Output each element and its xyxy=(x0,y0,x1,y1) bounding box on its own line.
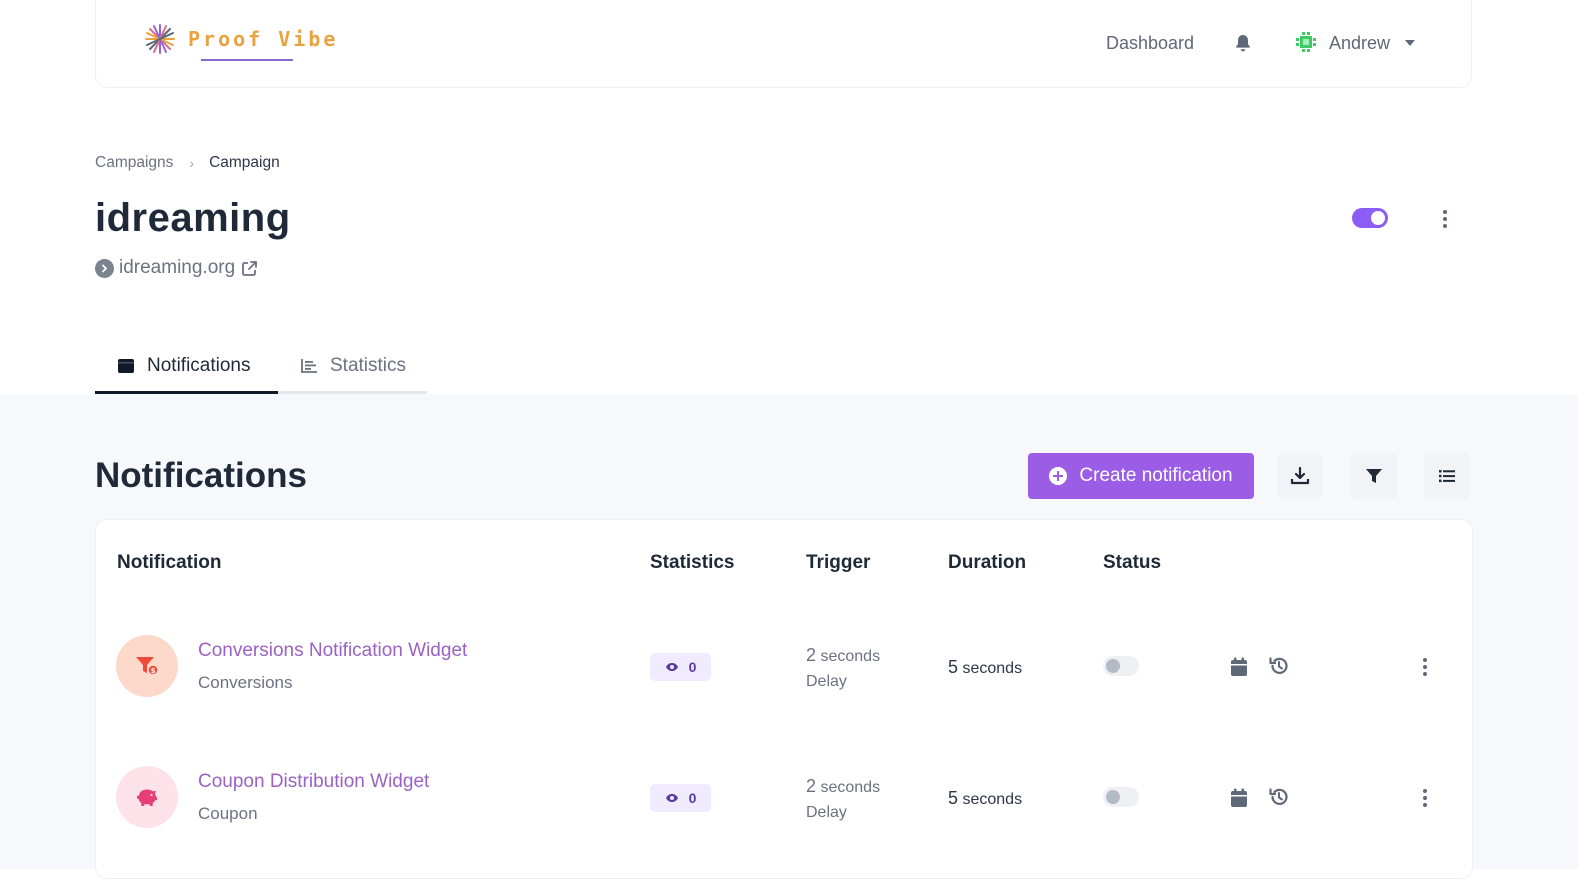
campaign-status-toggle[interactable] xyxy=(1352,208,1388,228)
notification-name-link[interactable]: Coupon Distribution Widget xyxy=(198,771,429,793)
section-title: Notifications xyxy=(95,456,307,495)
chevron-down-icon[interactable] xyxy=(1405,40,1415,46)
window-icon xyxy=(118,359,134,373)
breadcrumb: Campaigns › Campaign xyxy=(95,154,280,172)
create-notification-label: Create notification xyxy=(1079,465,1233,486)
brand-logo[interactable]: Proof Vibe xyxy=(142,21,338,57)
notifications-table: Notification Statistics Trigger Duration… xyxy=(95,519,1473,879)
duration-cell: 5 seconds xyxy=(948,657,1022,678)
filter-button[interactable] xyxy=(1351,453,1397,499)
duration-unit: seconds xyxy=(962,791,1023,808)
filter-icon xyxy=(1366,469,1382,483)
svg-text:$: $ xyxy=(151,667,156,675)
top-header: Proof Vibe Dashboard Andrew xyxy=(95,0,1472,88)
trigger-label: Delay xyxy=(806,673,847,690)
views-badge[interactable]: 0 xyxy=(650,784,711,812)
tab-statistics-label: Statistics xyxy=(330,355,407,376)
column-header-status: Status xyxy=(1103,552,1162,573)
notification-type: Coupon xyxy=(198,804,258,823)
eye-icon xyxy=(665,663,678,671)
external-link-icon xyxy=(242,260,258,276)
history-icon[interactable] xyxy=(1268,655,1290,677)
list-icon xyxy=(1439,470,1455,483)
calendar-icon[interactable] xyxy=(1228,656,1250,678)
calendar-icon[interactable] xyxy=(1228,787,1250,809)
trigger-value: 2 xyxy=(806,645,817,665)
notification-status-toggle[interactable] xyxy=(1103,787,1139,807)
list-view-button[interactable] xyxy=(1424,453,1470,499)
trigger-label: Delay xyxy=(806,804,847,821)
page-title: idreaming xyxy=(95,196,291,240)
breadcrumb-campaigns[interactable]: Campaigns xyxy=(95,154,173,172)
views-count: 0 xyxy=(688,790,697,806)
duration-value: 5 xyxy=(948,657,959,677)
download-icon xyxy=(1290,466,1310,485)
table-row: $ Conversions Notification Widget Conver… xyxy=(96,618,1472,718)
views-count: 0 xyxy=(688,659,697,675)
trigger-unit: seconds xyxy=(820,779,881,796)
create-notification-button[interactable]: Create notification xyxy=(1028,453,1254,499)
funnel-dollar-icon: $ xyxy=(116,635,178,697)
download-button[interactable] xyxy=(1277,453,1323,499)
brand-name: Proof Vibe xyxy=(188,27,339,51)
notification-name-link[interactable]: Conversions Notification Widget xyxy=(198,640,467,662)
views-badge[interactable]: 0 xyxy=(650,653,711,681)
trigger-unit: seconds xyxy=(820,648,881,665)
chevron-right-icon: › xyxy=(189,155,195,171)
history-icon[interactable] xyxy=(1268,786,1290,808)
row-more-icon[interactable] xyxy=(1423,789,1427,810)
campaign-site-text: idreaming.org xyxy=(119,257,236,278)
logo-underline xyxy=(201,59,293,61)
user-menu-name[interactable]: Andrew xyxy=(1329,33,1390,54)
duration-unit: seconds xyxy=(962,660,1023,677)
tab-notifications[interactable]: Notifications xyxy=(117,355,251,377)
chart-bar-icon xyxy=(301,359,317,373)
nav-dashboard-link[interactable]: Dashboard xyxy=(1106,33,1194,54)
row-more-icon[interactable] xyxy=(1423,658,1427,679)
bell-icon[interactable] xyxy=(1233,33,1253,53)
eye-icon xyxy=(665,794,678,802)
chevron-circle-icon xyxy=(95,258,114,278)
notification-type: Conversions xyxy=(198,673,293,692)
tab-statistics[interactable]: Statistics xyxy=(300,355,406,377)
logo-icon xyxy=(145,24,175,54)
column-header-duration: Duration xyxy=(948,552,1027,573)
campaign-site-link[interactable]: idreaming.org xyxy=(95,257,258,279)
trigger-cell: 2 seconds Delay xyxy=(806,774,880,825)
breadcrumb-current: Campaign xyxy=(209,154,280,171)
trigger-cell: 2 seconds Delay xyxy=(806,643,880,694)
column-header-trigger: Trigger xyxy=(806,552,871,573)
table-row: Coupon Distribution Widget Coupon 0 2 se… xyxy=(96,749,1472,849)
duration-value: 5 xyxy=(948,788,959,808)
column-header-notification: Notification xyxy=(117,552,222,573)
column-header-statistics: Statistics xyxy=(650,552,735,573)
tab-active-indicator xyxy=(95,391,278,394)
trigger-value: 2 xyxy=(806,776,817,796)
duration-cell: 5 seconds xyxy=(948,788,1022,809)
campaign-tabs: Notifications Statistics xyxy=(95,340,427,394)
plus-circle-icon xyxy=(1049,467,1068,485)
piggy-bank-icon xyxy=(116,766,178,828)
tab-notifications-label: Notifications xyxy=(147,355,251,376)
notification-status-toggle[interactable] xyxy=(1103,656,1139,676)
user-avatar[interactable] xyxy=(1293,29,1319,55)
campaign-more-icon[interactable] xyxy=(1443,210,1447,231)
